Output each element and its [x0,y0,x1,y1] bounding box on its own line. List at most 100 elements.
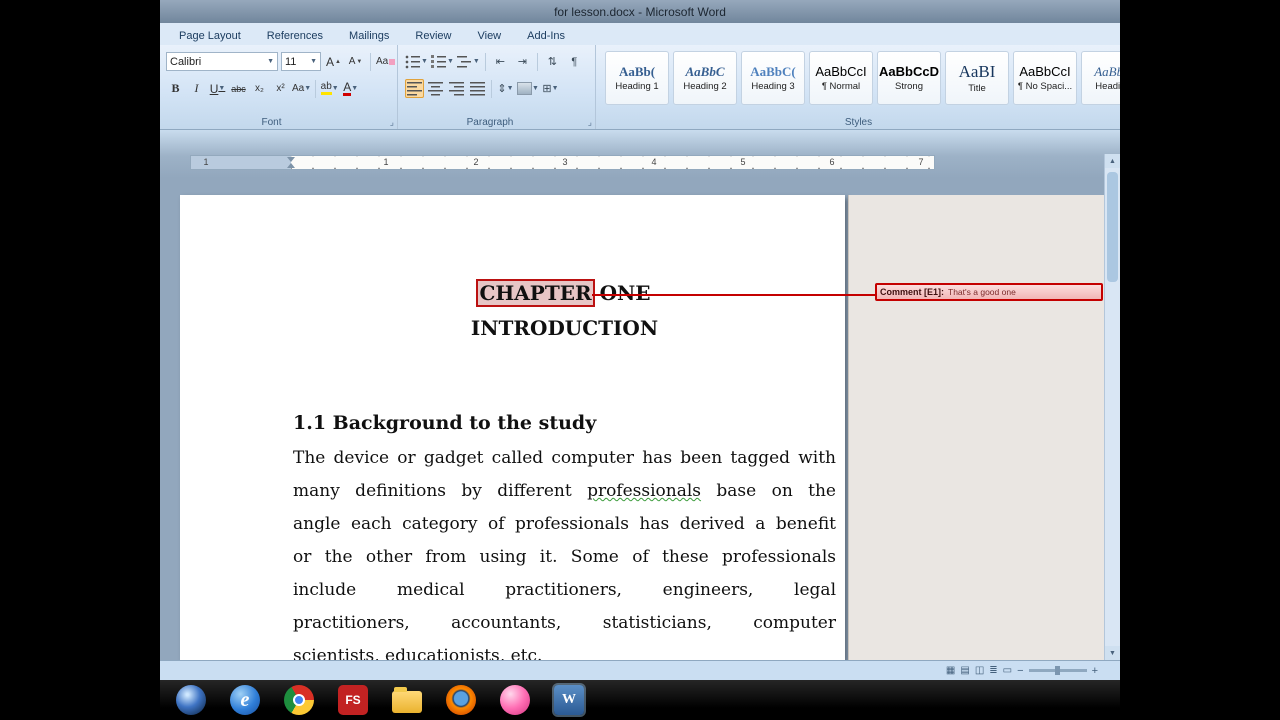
style-chip[interactable]: AaBbC( Heading 3 [741,51,805,105]
ribbon-tab[interactable]: Add-Ins [514,26,578,45]
ribbon-tab[interactable]: View [464,26,514,45]
shrink-font-button[interactable]: A▼ [346,52,365,71]
underline-button[interactable]: U▼ [208,79,227,98]
body-line[interactable]: angle each category of professionals has… [293,508,836,541]
change-case-button[interactable]: Aa▼ [292,79,311,98]
title-bar[interactable]: for lesson.docx - Microsoft Word [160,0,1120,23]
taskbar-icon[interactable] [446,685,476,715]
chapter-heading[interactable]: CHAPTER ONE [293,281,836,305]
section-heading[interactable]: 1.1 Background to the study [293,412,836,434]
scroll-up-arrow-icon[interactable]: ▲ [1105,154,1120,168]
style-preview: AaBbC( [750,65,796,78]
bullet-list-button[interactable]: ▼ [405,52,428,71]
pilcrow-icon: ¶ [571,56,577,68]
align-center-button[interactable] [426,79,445,98]
taskbar-icon[interactable] [392,691,422,713]
zoom-out-icon[interactable]: − [1017,665,1023,677]
draft-view-icon[interactable]: ▭ [1003,666,1012,676]
style-name: Heading 3 [751,81,794,92]
justify-button[interactable] [468,79,487,98]
body-line[interactable]: include medical practitioners, engineers… [293,574,836,607]
superscript-button[interactable]: x² [271,79,290,98]
style-chip[interactable]: AaBI Title [945,51,1009,105]
commented-text-selection[interactable]: CHAPTER [478,281,592,305]
font-name-combobox[interactable]: Calibri ▼ [166,52,278,71]
vertical-scrollbar[interactable]: ▲ ▼ [1104,154,1120,660]
font-dialog-launcher[interactable]: ⌟ [390,117,394,128]
bold-button[interactable]: B [166,79,185,98]
style-chip[interactable]: AaBbCcI ¶ Normal [809,51,873,105]
document-page[interactable]: CHAPTER ONE INTRODUCTION 1.1 Background … [180,195,845,660]
sort-button[interactable]: ⇅ [543,52,562,71]
increase-indent-button[interactable]: ⇥ [513,52,532,71]
paragraph-dialog-launcher[interactable]: ⌟ [588,117,592,128]
taskbar-icon[interactable] [284,685,314,715]
ribbon-tab-bar: Page LayoutReferencesMailingsReviewViewA… [160,23,1120,45]
chevron-down-icon: ▼ [532,85,539,92]
full-screen-view-icon[interactable]: ▤ [960,666,969,676]
style-chip[interactable]: AaBb( Heading 1 [605,51,669,105]
body-paragraph[interactable]: The device or gadget called computer has… [293,442,836,660]
print-layout-view-icon[interactable]: ▦ [946,666,955,676]
style-chip[interactable]: AaBbC Heading 2 [673,51,737,105]
styles-group-label: Styles [597,117,1120,128]
zoom-in-icon[interactable]: + [1092,665,1098,677]
numbered-list-button[interactable]: ▼ [431,52,454,71]
spellcheck-underline: professionals [587,481,701,501]
body-line[interactable]: The device or gadget called computer has… [293,442,836,475]
ribbon: Calibri ▼ 11 ▼ A▲ A▼ Aa B I U▼ abc x₂ x² [160,45,1120,130]
horizontal-ruler[interactable]: 11234567 [190,155,935,170]
style-preview: AaBbCcI [815,65,866,78]
decrease-indent-button[interactable]: ⇤ [491,52,510,71]
shading-button[interactable]: ▼ [517,79,539,98]
line-spacing-button[interactable]: ⇕▼ [496,79,515,98]
body-line[interactable]: many definitions by different profession… [293,475,836,508]
multilevel-list-button[interactable]: ▼ [457,52,480,71]
outline-view-icon[interactable]: ≣ [989,666,997,676]
borders-button[interactable]: ⊞▼ [541,79,560,98]
show-paragraph-marks-button[interactable]: ¶ [565,52,584,71]
body-line[interactable]: practitioners, accountants, statistician… [293,607,836,640]
align-right-icon [449,81,465,96]
body-line[interactable]: scientists, educationists, etc. [293,640,836,660]
taskbar-icon[interactable] [176,685,206,715]
intro-heading[interactable]: INTRODUCTION [293,316,836,340]
style-chip[interactable]: AaBbCcD Strong [877,51,941,105]
style-name: Heading [1095,81,1120,92]
grow-font-button[interactable]: A▲ [324,52,343,71]
separator [485,53,486,71]
scrollbar-thumb[interactable] [1107,172,1118,282]
subscript-button[interactable]: x₂ [250,79,269,98]
taskbar-icon[interactable] [500,685,530,715]
chevron-down-icon: ▼ [218,85,225,92]
align-right-button[interactable] [447,79,466,98]
font-size-combobox[interactable]: 11 ▼ [281,52,321,71]
font-group-label: Font [160,117,383,128]
style-chip[interactable]: AaBbC Heading [1081,51,1120,105]
hanging-indent-marker[interactable] [287,163,295,168]
highlight-color-button[interactable]: ab▼ [320,79,339,98]
italic-button[interactable]: I [187,79,206,98]
ribbon-tab[interactable]: Review [402,26,464,45]
scroll-down-arrow-icon[interactable]: ▼ [1105,646,1120,660]
ribbon-tab[interactable]: Mailings [336,26,402,45]
web-layout-view-icon[interactable]: ◫ [975,666,984,676]
style-preview: AaBb( [619,65,655,78]
style-chip[interactable]: AaBbCcI ¶ No Spaci... [1013,51,1077,105]
comment-balloon[interactable]: Comment [E1]: That's a good one [875,283,1103,301]
ribbon-tab[interactable]: Page Layout [166,26,254,45]
ruler-number: 5 [740,157,745,167]
font-color-button[interactable]: A▼ [341,79,360,98]
align-left-button[interactable] [405,79,424,98]
taskbar-icon[interactable]: FS [338,685,368,715]
first-line-indent-marker[interactable] [287,157,295,162]
strikethrough-button[interactable]: abc [229,79,248,98]
zoom-slider[interactable] [1029,669,1087,672]
comment-label: Comment [E1]: [880,287,944,297]
body-line[interactable]: or the other from using it. Some of thes… [293,541,836,574]
clear-formatting-button[interactable]: Aa [376,52,395,71]
ribbon-tab[interactable]: References [254,26,336,45]
zoom-slider-thumb[interactable] [1055,666,1060,675]
taskbar-icon[interactable]: W [554,685,584,715]
taskbar-icon[interactable]: e [230,685,260,715]
